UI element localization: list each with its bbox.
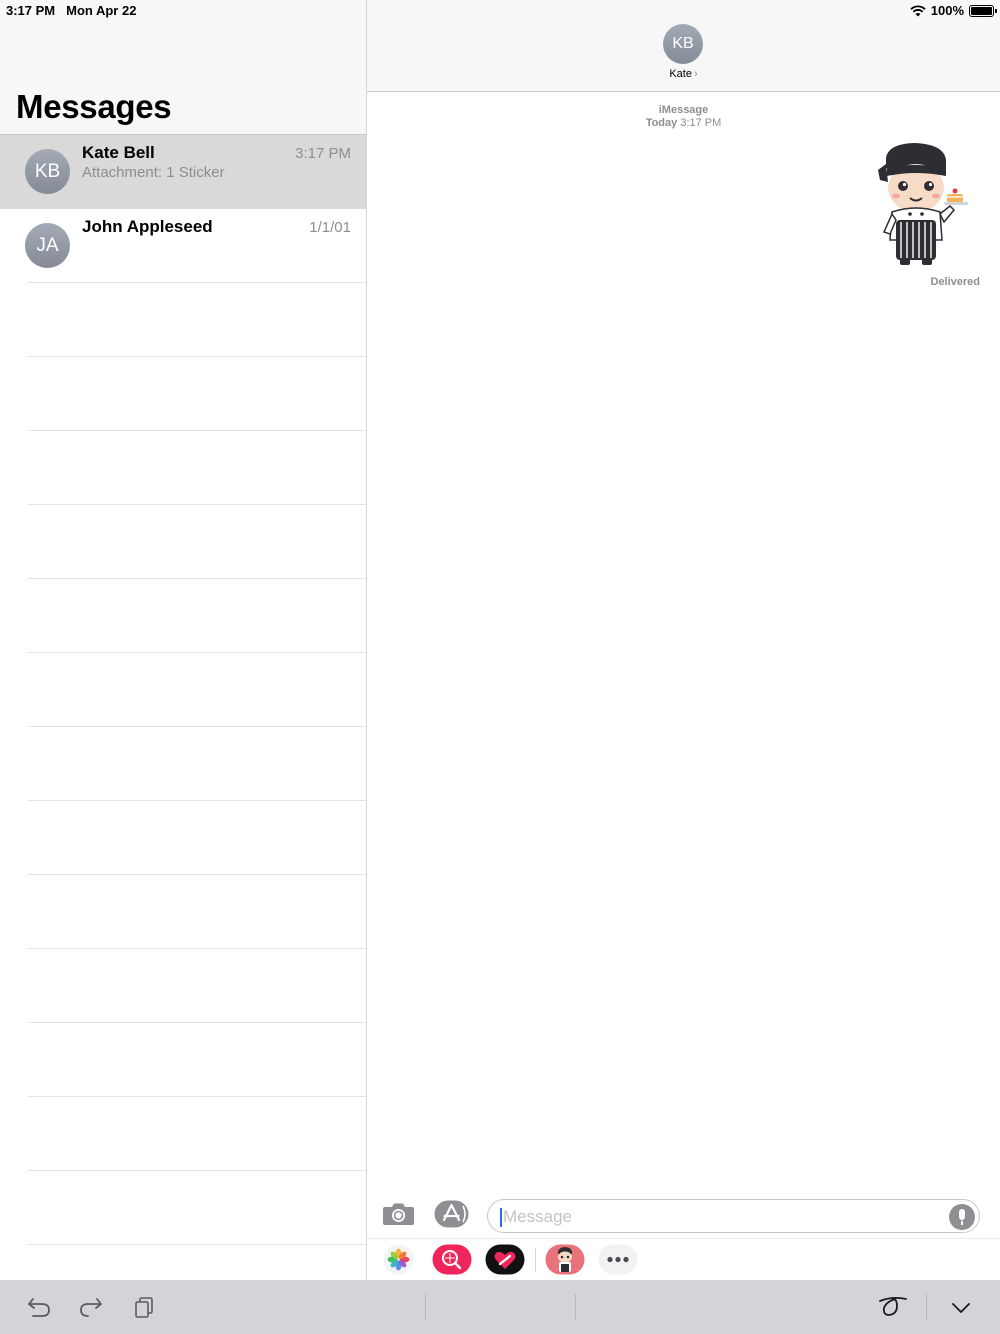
undo-icon[interactable] xyxy=(27,1296,51,1318)
conversation-row-john-appleseed[interactable]: JA John Appleseed 1/1/01 xyxy=(0,209,366,283)
message-input[interactable] xyxy=(503,1205,933,1229)
empty-list-row xyxy=(0,949,366,1023)
status-bar: 3:17 PM Mon Apr 22 100% xyxy=(0,0,1000,20)
empty-list-row xyxy=(0,801,366,875)
conversation-time: 3:17 PM xyxy=(295,145,351,162)
empty-list-row xyxy=(0,431,366,505)
bar-divider xyxy=(575,1294,576,1320)
battery-icon xyxy=(969,4,997,17)
conversation-list: KB Kate Bell Attachment: 1 Sticker 3:17 … xyxy=(0,135,366,1245)
avatar: JA xyxy=(25,223,70,268)
empty-list-row xyxy=(0,1023,366,1097)
conversation-pane: KB Kate › iMessage Today 3:17 PM Deliver… xyxy=(367,0,1000,1280)
sidebar-header: Messages xyxy=(0,0,366,135)
conversation-name: John Appleseed xyxy=(82,217,213,236)
conversation-row-kate-bell[interactable]: KB Kate Bell Attachment: 1 Sticker 3:17 … xyxy=(0,135,366,209)
text-cursor xyxy=(500,1208,502,1227)
compose-bar xyxy=(367,1190,1000,1280)
dismiss-keyboard-icon[interactable] xyxy=(950,1296,972,1318)
empty-list-row xyxy=(0,357,366,431)
keyboard-shortcut-bar xyxy=(0,1280,1000,1334)
message-input-field[interactable] xyxy=(487,1199,980,1233)
empty-list-row xyxy=(0,1171,366,1245)
status-date: Mon Apr 22 xyxy=(66,3,137,18)
microphone-icon[interactable] xyxy=(949,1204,975,1230)
conversation-name: Kate Bell xyxy=(82,143,155,162)
contact-name: Kate xyxy=(669,68,692,80)
service-label: iMessage xyxy=(658,104,709,116)
chef-sticker-icon[interactable] xyxy=(870,140,970,268)
timestamp-day: Today xyxy=(645,117,678,129)
status-time: 3:17 PM xyxy=(6,3,56,18)
conversation-preview: Attachment: 1 Sticker xyxy=(82,164,225,181)
camera-icon[interactable] xyxy=(382,1202,415,1226)
chevron-right-icon: › xyxy=(693,68,698,80)
conversation-time: 1/1/01 xyxy=(309,219,351,236)
app-store-icon[interactable] xyxy=(434,1200,469,1228)
redo-icon[interactable] xyxy=(79,1296,103,1318)
page-title: Messages xyxy=(16,88,172,125)
battery-percent: 100% xyxy=(930,3,964,18)
empty-list-row xyxy=(0,283,366,357)
bar-divider xyxy=(425,1294,426,1320)
contact-avatar[interactable]: KB xyxy=(663,24,703,64)
empty-list-row xyxy=(0,579,366,653)
delivery-status: Delivered xyxy=(930,276,980,288)
conversation-list-pane: Messages KB Kate Bell Attachment: 1 Stic… xyxy=(0,0,367,1280)
timestamp-time: 3:17 PM xyxy=(680,117,722,129)
photos-icon[interactable] xyxy=(383,1244,414,1275)
contact-name-button[interactable]: Kate › xyxy=(367,68,1000,80)
battery-fill xyxy=(971,6,992,15)
empty-list-row xyxy=(0,1097,366,1171)
tray-divider xyxy=(535,1248,536,1272)
more-icon[interactable] xyxy=(598,1244,638,1275)
chef-sticker-app-icon[interactable] xyxy=(545,1244,585,1275)
image-search-icon[interactable] xyxy=(432,1244,472,1275)
handwriting-icon[interactable] xyxy=(878,1296,908,1318)
empty-list-row xyxy=(0,875,366,949)
digital-touch-icon[interactable] xyxy=(485,1244,525,1275)
wifi-icon xyxy=(910,4,926,16)
message-timestamp: Today 3:17 PM xyxy=(367,117,1000,129)
empty-list-row xyxy=(0,727,366,801)
empty-list-row xyxy=(0,505,366,579)
bar-divider xyxy=(926,1294,927,1320)
paste-icon[interactable] xyxy=(134,1296,154,1318)
app-drawer xyxy=(367,1238,1000,1280)
avatar: KB xyxy=(25,149,70,194)
empty-list-row xyxy=(0,653,366,727)
row-divider xyxy=(28,1244,366,1245)
